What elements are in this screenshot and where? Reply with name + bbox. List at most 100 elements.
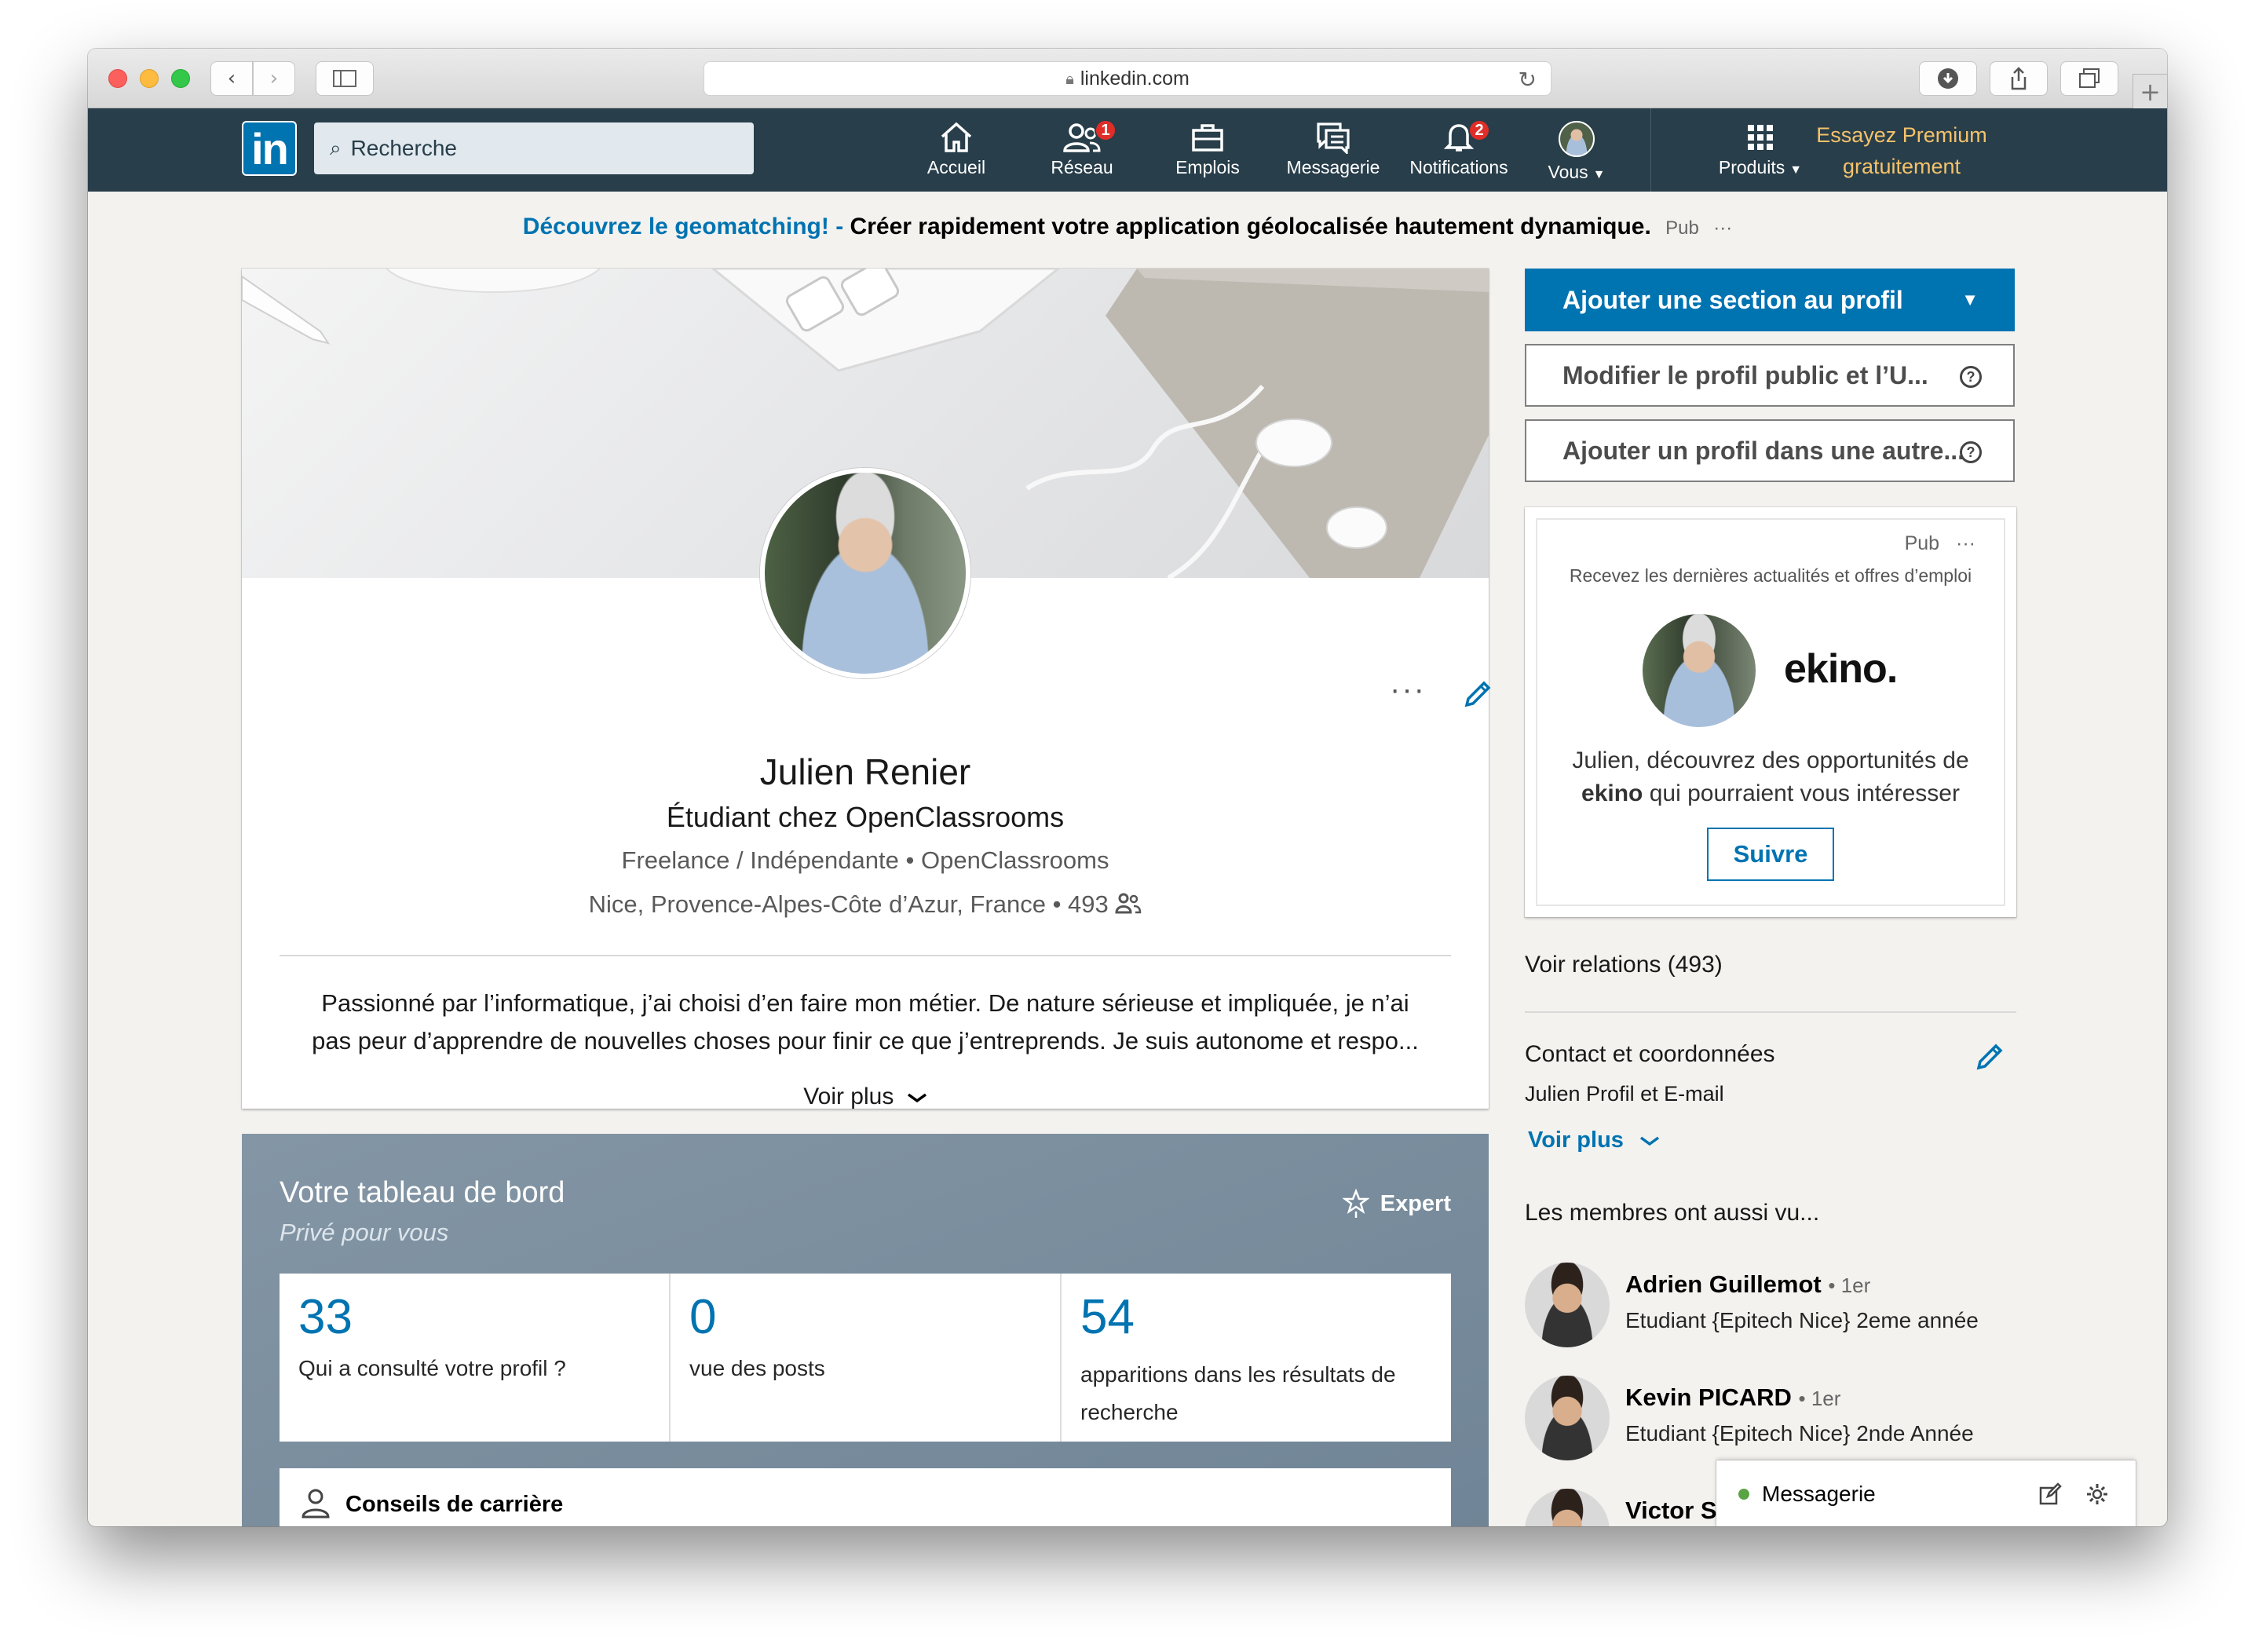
new-tab-button[interactable]: +: [2133, 74, 2167, 108]
tabs-button[interactable]: [2060, 61, 2118, 96]
add-section-label: Ajouter une section au profil: [1562, 285, 1903, 314]
profile-photo[interactable]: [760, 468, 970, 678]
see-connections-link[interactable]: Voir relations (493): [1525, 952, 1723, 978]
ad-pub-label: Pub: [1665, 217, 1699, 239]
ad-link[interactable]: Découvrez le geomatching! -: [523, 214, 843, 239]
stat-value: 33: [298, 1290, 353, 1344]
nav-me-label: Vous: [1548, 162, 1588, 182]
ad-text[interactable]: Créer rapidement votre application géolo…: [850, 214, 1651, 239]
nav-jobs[interactable]: Emplois: [1153, 116, 1263, 178]
nav-network[interactable]: Réseau 1: [1027, 116, 1137, 178]
ad-pub-label: Pub ···: [1905, 532, 1975, 555]
caret-down-icon: ▼: [1961, 290, 1979, 309]
expert-label: Expert: [1380, 1190, 1451, 1216]
profile-summary: Passionné par l’informatique, j’ai chois…: [242, 985, 1489, 1060]
edit-public-profile-button[interactable]: Modifier le profil public et l’U... ?: [1525, 344, 2015, 407]
profile-experience-line: Freelance / Indépendante • OpenClassroom…: [242, 846, 1489, 875]
network-badge: 1: [1095, 119, 1117, 141]
sidebar-toggle-button[interactable]: [316, 61, 374, 96]
profile-headline: Étudiant chez OpenClassrooms: [666, 801, 1065, 833]
contact-info-title: Contact et coordonnées: [1525, 1041, 1775, 1067]
search-icon: ⌕: [330, 136, 342, 160]
profile-connections[interactable]: 493: [1068, 890, 1109, 918]
connections-icon[interactable]: [1115, 892, 1142, 914]
nav-home[interactable]: Accueil: [901, 116, 1011, 178]
stat-search-appearances[interactable]: 54 apparitions dans les résultats de rec…: [1062, 1274, 1451, 1442]
also-viewed-person[interactable]: Adrien Guillemot • 1er Etudiant {Epitech…: [1525, 1263, 2027, 1349]
stat-value: 54: [1080, 1290, 1135, 1344]
star-icon: [1342, 1189, 1369, 1218]
premium-line1: Essayez Premium: [1816, 123, 1987, 147]
stat-profile-views[interactable]: 33 Qui a consulté votre profil ?: [280, 1274, 671, 1442]
messaging-overlay[interactable]: Messagerie: [1716, 1460, 2136, 1526]
downloads-button[interactable]: [1919, 61, 1977, 96]
edit-pencil-icon[interactable]: [1972, 1040, 2007, 1074]
bullet-separator: •: [905, 846, 921, 874]
lock-icon: 🔒︎: [1065, 69, 1074, 88]
share-button[interactable]: [1990, 61, 2048, 96]
person-degree: • 1er: [1828, 1274, 1871, 1297]
ad-message-line-2: ekino qui pourraient vous intéresser: [1525, 777, 2016, 810]
person-name-line: Victor S: [1625, 1497, 1717, 1525]
avatar: [1559, 121, 1595, 157]
minimize-window-button[interactable]: [140, 69, 159, 88]
zoom-window-button[interactable]: [171, 69, 190, 88]
career-tips-row[interactable]: Conseils de carrière: [280, 1468, 1451, 1526]
person-name-line: Kevin PICARD • 1er: [1625, 1383, 1840, 1412]
ad-tagline: Recevez les dernières actualités et offr…: [1569, 565, 1972, 586]
profile-card: ··· Julien Renier Étudiant chez OpenClas…: [242, 269, 1491, 1110]
also-viewed-person[interactable]: Kevin PICARD • 1er Etudiant {Epitech Nic…: [1525, 1376, 2027, 1462]
ad-more-icon[interactable]: ···: [1956, 532, 1975, 554]
ad-more-icon[interactable]: ···: [1713, 217, 1732, 239]
add-language-profile-label: Ajouter un profil dans une autre...: [1562, 436, 1965, 465]
ad-message: Julien, découvrez des opportunités de ek…: [1525, 744, 2016, 810]
gear-icon[interactable]: [2085, 1482, 2109, 1506]
close-window-button[interactable]: [108, 69, 127, 88]
career-tips-label: Conseils de carrière: [345, 1492, 564, 1517]
stat-value: 0: [689, 1290, 717, 1344]
linkedin-navbar: in ⌕ Recherche Accueil Réseau 1 Emplois …: [88, 108, 2167, 192]
summary-divider: [280, 955, 1451, 956]
profile-company[interactable]: Freelance / Indépendante: [622, 846, 899, 874]
edit-pencil-icon[interactable]: [1460, 677, 1495, 711]
nav-me[interactable]: Vous ▼: [1522, 116, 1632, 183]
nav-notifications-label: Notifications: [1409, 157, 1508, 177]
linkedin-logo[interactable]: in: [242, 121, 297, 176]
forward-button[interactable]: ›: [253, 61, 295, 96]
download-icon: [1938, 68, 1958, 89]
address-bar[interactable]: 🔒︎ linkedin.com ↻: [704, 61, 1551, 96]
stat-post-views[interactable]: 0 vue des posts: [671, 1274, 1062, 1442]
browser-toolbar: ‹ › 🔒︎ linkedin.com ↻ +: [88, 49, 2167, 108]
compose-icon[interactable]: [2038, 1482, 2062, 1506]
help-icon: ?: [1960, 366, 1982, 388]
contact-see-more-button[interactable]: Voir plus: [1528, 1128, 1660, 1153]
follow-button[interactable]: Suivre: [1707, 828, 1834, 881]
chevron-right-icon: ›: [269, 67, 279, 90]
expert-badge[interactable]: Expert: [1342, 1189, 1451, 1219]
more-actions-button[interactable]: ···: [1390, 672, 1426, 707]
person-name: Adrien Guillemot: [1625, 1270, 1822, 1298]
person-avatar: [1525, 1263, 1610, 1347]
nav-notifications[interactable]: Notifications 2: [1404, 116, 1514, 178]
search-input[interactable]: ⌕ Recherche: [314, 122, 754, 174]
profile-school[interactable]: OpenClassrooms: [921, 846, 1109, 874]
add-language-profile-button[interactable]: Ajouter un profil dans une autre... ?: [1525, 419, 2015, 482]
stat-label: apparitions dans les résultats de recher…: [1080, 1356, 1432, 1431]
also-viewed-title: Les membres ont aussi vu...: [1525, 1200, 1820, 1226]
add-section-button[interactable]: Ajouter une section au profil ▼: [1525, 269, 2015, 331]
ad-message-rest: qui pourraient vous intéresser: [1649, 780, 1960, 806]
person-title: Etudiant {Epitech Nice} 2nde Année: [1625, 1421, 1974, 1446]
ekino-logo[interactable]: ekino.: [1784, 645, 1898, 693]
back-button[interactable]: ‹: [210, 61, 253, 96]
summary-see-more-button[interactable]: Voir plus: [242, 1084, 1489, 1110]
premium-link[interactable]: Essayez Premium gratuitement: [1800, 119, 2004, 182]
grid-icon: [1748, 125, 1773, 150]
reload-icon[interactable]: ↻: [1519, 67, 1537, 93]
nav-messaging-label: Messagerie: [1286, 157, 1380, 177]
nav-messaging[interactable]: Messagerie: [1278, 116, 1388, 178]
person-avatar: [1525, 1489, 1610, 1526]
person-icon: [302, 1489, 330, 1519]
briefcase-icon: [1192, 124, 1223, 152]
url-text: linkedin.com: [1080, 67, 1190, 90]
nav-divider: [1650, 108, 1651, 192]
